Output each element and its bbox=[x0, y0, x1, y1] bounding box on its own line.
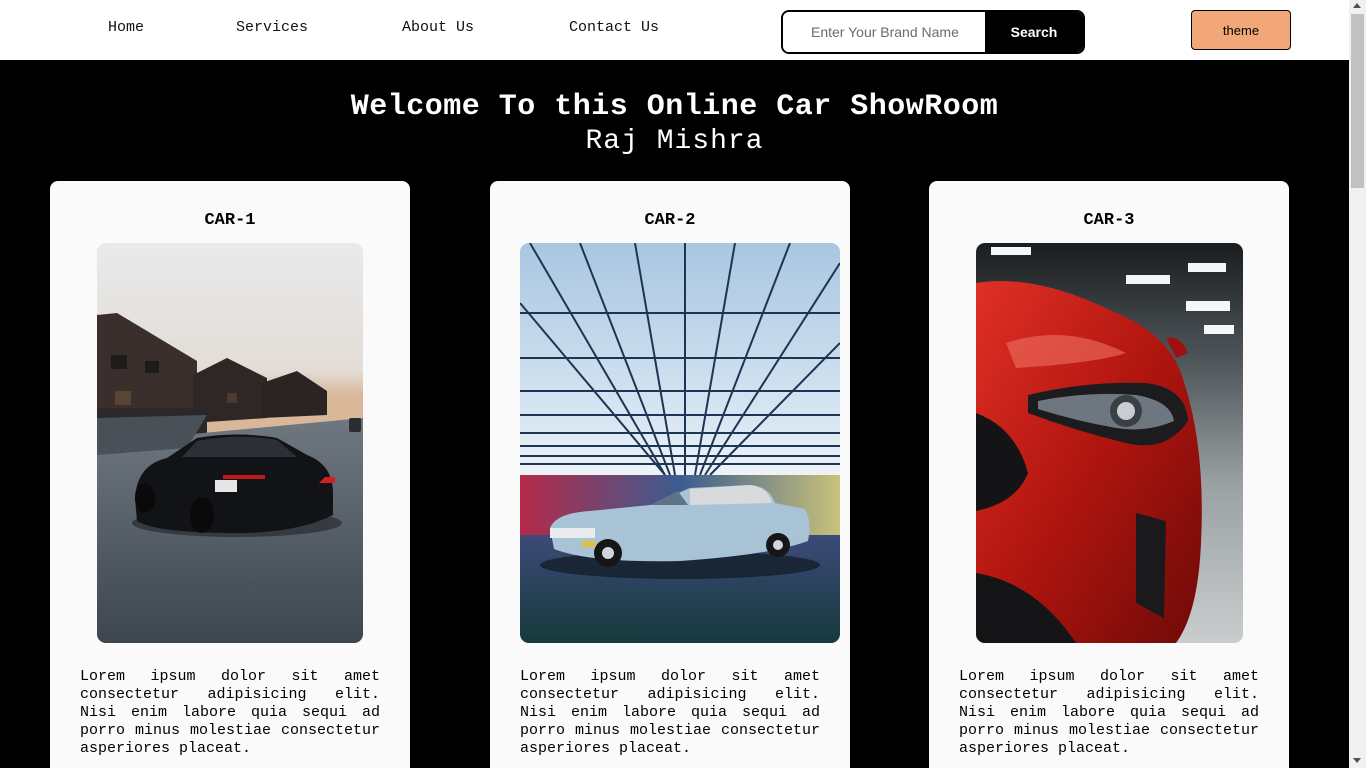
card-title: CAR-1 bbox=[204, 211, 256, 230]
search-input[interactable] bbox=[783, 12, 985, 52]
red-sports-car-photo bbox=[976, 243, 1243, 643]
search-button[interactable]: Search bbox=[985, 12, 1083, 52]
page-title: Welcome To this Online Car ShowRoom bbox=[350, 90, 999, 124]
card-description: Lorem ipsum dolor sit amet consectetur a… bbox=[80, 668, 380, 757]
page-scrollbar[interactable] bbox=[1349, 0, 1366, 768]
card-description: Lorem ipsum dolor sit amet consectetur a… bbox=[959, 668, 1259, 757]
vintage-convertible-photo bbox=[520, 243, 840, 643]
navbar: Home Services About Us Contact Us Search… bbox=[0, 0, 1349, 60]
card-title: CAR-2 bbox=[644, 211, 696, 230]
author-name: Raj Mishra bbox=[585, 126, 764, 157]
scrollbar-thumb[interactable] bbox=[1351, 14, 1364, 188]
scroll-up-arrow-icon[interactable] bbox=[1353, 3, 1361, 8]
car-card-1: CAR-1 Lorem ipsum dolor sit amet consect… bbox=[50, 181, 410, 768]
nav-link-about-us[interactable]: About Us bbox=[402, 19, 474, 36]
theme-button[interactable]: theme bbox=[1191, 10, 1291, 50]
car-card-2: CAR-2 Lorem ipsum dolor sit amet consect… bbox=[490, 181, 850, 768]
scroll-down-arrow-icon[interactable] bbox=[1353, 758, 1361, 763]
black-sedan-photo bbox=[97, 243, 363, 643]
nav-link-services[interactable]: Services bbox=[236, 19, 308, 36]
nav-link-home[interactable]: Home bbox=[108, 19, 144, 36]
nav-link-contact-us[interactable]: Contact Us bbox=[569, 19, 659, 36]
search-form: Search bbox=[781, 10, 1085, 54]
card-title: CAR-3 bbox=[1083, 211, 1135, 230]
card-description: Lorem ipsum dolor sit amet consectetur a… bbox=[520, 668, 820, 757]
car-card-3: CAR-3 Lorem ipsum dolor sit amet consect… bbox=[929, 181, 1289, 768]
